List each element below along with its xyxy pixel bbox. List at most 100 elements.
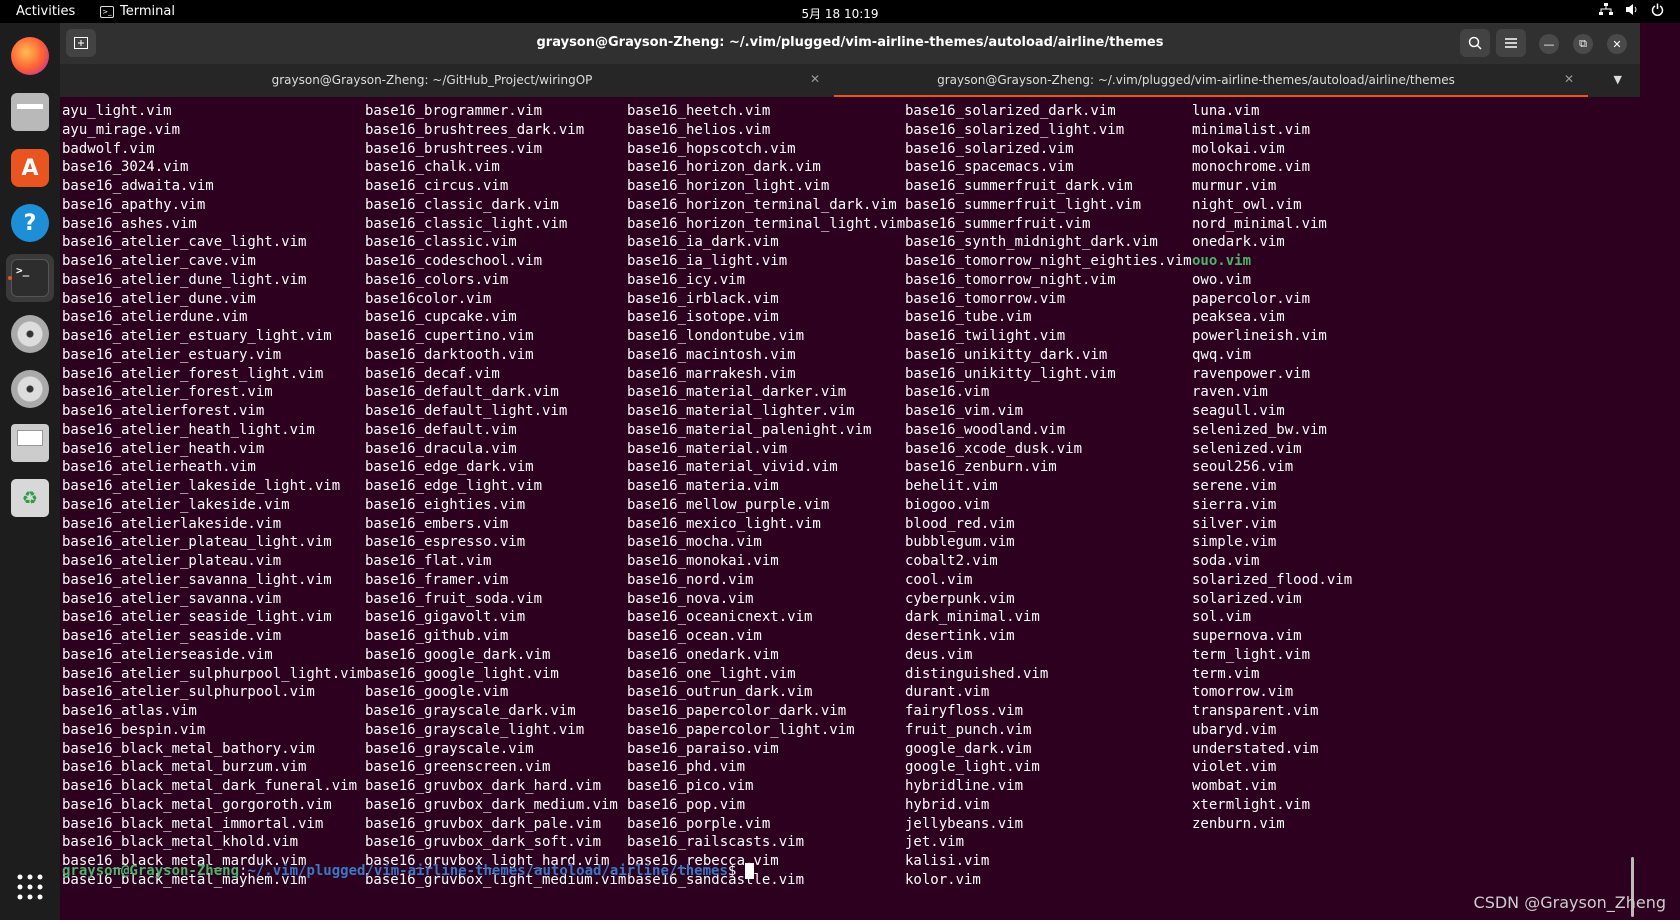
- list-item: base16_apathy.vim: [62, 196, 206, 213]
- list-item: kalisi.vim: [905, 853, 990, 869]
- list-item: base16_atelier_sulphurpool.vim: [62, 684, 315, 701]
- minimize-button[interactable]: —: [1539, 34, 1559, 54]
- list-item: ubaryd.vim: [1192, 721, 1277, 738]
- list-item: base16_cupertino.vim: [365, 328, 534, 344]
- list-item: base16_tube.vim: [905, 309, 1032, 326]
- maximize-button[interactable]: ⧉: [1573, 34, 1593, 54]
- text-cursor: [744, 863, 754, 879]
- list-item: solarized.vim: [1192, 590, 1302, 607]
- list-item: base16_atelier_seaside.vim: [62, 628, 282, 644]
- dock-floppy[interactable]: [6, 419, 54, 467]
- list-item: jet.vim: [905, 834, 965, 851]
- list-item: base16_google.vim: [365, 684, 509, 701]
- terminal-output[interactable]: ayu_light.vim ayu_mirage.vim badwolf.vim ba…: [60, 97, 1640, 920]
- list-item: supernova.vim: [1192, 628, 1302, 644]
- floppy-icon: [11, 424, 49, 462]
- dock-help[interactable]: ?: [6, 199, 54, 247]
- list-item: base16_woodland.vim: [905, 421, 1066, 438]
- dock-firefox[interactable]: [6, 32, 54, 80]
- new-tab-button[interactable]: [66, 29, 96, 57]
- volume-icon[interactable]: [1625, 3, 1639, 20]
- close-button[interactable]: ✕: [1607, 34, 1627, 54]
- list-item: luna.vim: [1192, 103, 1260, 119]
- list-item: base16.vim: [905, 384, 990, 401]
- list-item: base16_xcode_dusk.vim: [905, 440, 1083, 457]
- tab-close-icon[interactable]: ✕: [810, 72, 820, 86]
- tab-label: grayson@Grayson-Zheng: ~/.vim/plugged/vi…: [937, 73, 1455, 87]
- list-item: base16_codeschool.vim: [365, 253, 543, 269]
- dock-terminal[interactable]: >_: [6, 254, 54, 302]
- close-icon: ✕: [1612, 37, 1622, 51]
- list-item: desertink.vim: [905, 628, 1015, 644]
- list-item: base16_unikitty_dark.vim: [905, 346, 1108, 363]
- dock: A ? >_ ♻: [0, 23, 60, 920]
- dock-disc-1[interactable]: [6, 310, 54, 358]
- list-item: seoul256.vim: [1192, 459, 1294, 476]
- list-item: base16color.vim: [365, 290, 492, 307]
- list-item: bubblegum.vim: [905, 534, 1015, 551]
- dock-app-grid[interactable]: [6, 863, 54, 911]
- dock-files[interactable]: [6, 88, 54, 136]
- list-item: base16_atelier_sulphurpool_light.vim: [62, 665, 366, 682]
- list-item: murmur.vim: [1192, 178, 1277, 194]
- activities-button[interactable]: Activities: [16, 4, 75, 19]
- list-item: base16_atelier_plateau_light.vim: [62, 534, 332, 551]
- tab-list-chevron-down-icon[interactable]: ▼: [1614, 73, 1622, 86]
- list-item: base16_gruvbox_dark_hard.vim: [365, 778, 602, 794]
- list-item: base16_atelierdune.vim: [62, 309, 248, 326]
- top-bar: Activities >_ Terminal 5月 18 10:19: [0, 0, 1680, 23]
- list-item: peaksea.vim: [1192, 309, 1285, 326]
- list-item: base16_ashes.vim: [62, 215, 197, 232]
- terminal-icon: >_: [100, 5, 114, 18]
- title-bar[interactable]: grayson@Grayson-Zheng: ~/.vim/plugged/vi…: [60, 23, 1640, 64]
- tab-bar: grayson@Grayson-Zheng: ~/GitHub_Project/…: [60, 64, 1640, 97]
- list-item: base16_atelier_lakeside_light.vim: [62, 478, 341, 494]
- dock-app-center[interactable]: A: [6, 144, 54, 192]
- clock[interactable]: 5月 18 10:19: [0, 5, 1680, 22]
- power-icon[interactable]: [1651, 3, 1664, 20]
- list-item: base16_circus.vim: [365, 178, 509, 194]
- list-item: base16_irblack.vim: [627, 290, 779, 307]
- list-item: cool.vim: [905, 571, 973, 588]
- list-item: fruit_punch.vim: [905, 721, 1032, 738]
- list-item: base16_helios.vim: [627, 121, 771, 138]
- tab-wiringop[interactable]: grayson@Grayson-Zheng: ~/GitHub_Project/…: [60, 64, 834, 97]
- app-menu[interactable]: >_ Terminal: [100, 4, 175, 19]
- system-tray[interactable]: [1599, 3, 1664, 20]
- list-item: base16_atelier_forest.vim: [62, 384, 273, 401]
- network-icon[interactable]: [1599, 3, 1613, 20]
- list-item: base16_material_darker.vim: [627, 384, 847, 401]
- list-item: base16_paraiso.vim: [627, 740, 779, 757]
- list-item: night_owl.vim: [1192, 196, 1302, 213]
- list-item: transparent.vim: [1192, 703, 1319, 719]
- list-item: base16_tomorrow_night.vim: [905, 271, 1116, 288]
- list-item: base16_grayscale_light.vim: [365, 721, 585, 738]
- list-item: biogoo.vim: [905, 496, 990, 513]
- dock-trash[interactable]: ♻: [6, 474, 54, 522]
- list-item: base16_greenscreen.vim: [365, 759, 551, 776]
- tab-close-icon[interactable]: ✕: [1564, 72, 1574, 86]
- list-item: base16_grayscale_dark.vim: [365, 703, 576, 719]
- list-item: base16_monokai.vim: [627, 553, 779, 569]
- list-item: base16_default.vim: [365, 421, 517, 438]
- list-item: base16_nord.vim: [627, 571, 754, 588]
- shell-prompt: grayson@Grayson-Zheng:~/.vim/plugged/vim…: [62, 862, 754, 881]
- tab-themes[interactable]: grayson@Grayson-Zheng: ~/.vim/plugged/vi…: [834, 64, 1588, 97]
- list-item: base16_colors.vim: [365, 271, 509, 288]
- dock-disc-2[interactable]: [6, 365, 54, 413]
- search-button[interactable]: [1460, 29, 1490, 57]
- list-item: ouo.vim: [1192, 253, 1252, 269]
- prompt-symbol: $: [727, 863, 745, 879]
- trash-icon: ♻: [11, 479, 49, 517]
- list-item: base16_atlas.vim: [62, 703, 197, 719]
- list-item: sol.vim: [1192, 609, 1252, 626]
- menu-button[interactable]: [1496, 29, 1526, 57]
- list-item: google_dark.vim: [905, 740, 1032, 757]
- list-item: base16_atelier_dune.vim: [62, 290, 256, 307]
- listing-column: base16_solarized_dark.vim base16_solarize…: [905, 102, 1192, 890]
- list-item: base16_bespin.vim: [62, 721, 206, 738]
- prompt-user-host: grayson@Grayson-Zheng: [62, 863, 240, 879]
- list-item: base16_mellow_purple.vim: [627, 496, 830, 513]
- list-item: base16_londontube.vim: [627, 328, 805, 344]
- listing-column: base16_heetch.vim base16_helios.vim base16…: [627, 102, 905, 890]
